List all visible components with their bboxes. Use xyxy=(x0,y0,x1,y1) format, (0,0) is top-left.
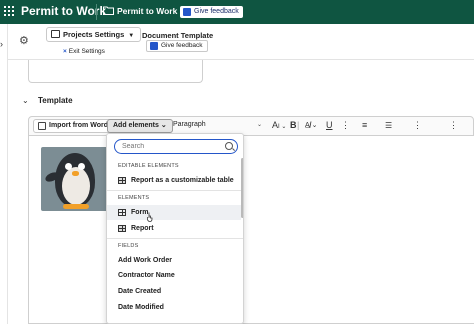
document-feedback-label: Give feedback xyxy=(161,42,203,49)
field-date-created[interactable]: Date Created xyxy=(107,284,241,299)
element-search-input[interactable] xyxy=(114,139,238,154)
page-title: Document Template xyxy=(142,31,214,40)
search-icon xyxy=(225,142,233,150)
overflow-menu-icon[interactable]: ⋮ xyxy=(413,120,422,131)
divider xyxy=(107,238,243,239)
table-icon xyxy=(118,177,126,184)
menu-item-label: Date Created xyxy=(118,288,162,295)
editor-toolbar: Import from Word Add elements ⌄ Paragrap… xyxy=(28,116,474,136)
exit-settings-label: Exit Settings xyxy=(68,48,105,55)
chevron-down-icon: ⌄ xyxy=(160,122,167,129)
section-fields: FIELDS xyxy=(118,243,139,249)
toolbar-divider: | xyxy=(297,120,300,130)
menu-item-label: Add Work Order xyxy=(118,257,172,264)
chevron-down-icon[interactable]: ⌄ xyxy=(257,121,262,128)
paragraph-style-select[interactable]: Paragraph xyxy=(173,121,206,128)
font-size-button[interactable]: AI ⌄ xyxy=(272,120,286,130)
collapse-chevron-icon[interactable]: ⌄ xyxy=(22,96,29,105)
import-from-word-button[interactable]: Import from Word xyxy=(33,119,114,133)
previous-panel xyxy=(28,60,203,83)
field-contractor-name[interactable]: Contractor Name xyxy=(107,268,241,283)
align-button[interactable]: ≡ xyxy=(362,120,367,130)
gear-icon[interactable]: ⚙ xyxy=(19,34,29,47)
menu-scrollbar[interactable] xyxy=(241,158,243,218)
close-icon: × xyxy=(63,48,67,55)
app-grid-icon[interactable] xyxy=(4,6,15,17)
projects-settings-label: Projects Settings xyxy=(63,30,125,39)
form-icon xyxy=(118,209,126,216)
italic-button[interactable]: I xyxy=(309,120,312,130)
give-feedback-button[interactable]: Give feedback xyxy=(180,6,243,18)
list-button[interactable]: ☰ xyxy=(385,121,392,130)
breadcrumb-project[interactable]: Permit to Work xyxy=(117,6,177,16)
app-header: Permit to Work Permit to Work Give feedb… xyxy=(0,0,474,24)
menu-item-label: Contractor Name xyxy=(118,272,175,279)
section-editable-elements: EDITABLE ELEMENTS xyxy=(118,163,179,169)
folder-icon xyxy=(103,6,114,15)
section-elements: ELEMENTS xyxy=(118,195,150,201)
projects-settings-button[interactable]: Projects Settings ▼ xyxy=(46,27,142,42)
divider xyxy=(107,190,243,191)
underline-button[interactable]: U xyxy=(326,120,333,130)
exit-settings-link[interactable]: × Exit Settings xyxy=(63,48,105,55)
import-icon xyxy=(38,122,46,130)
field-date-modified[interactable]: Date Modified xyxy=(107,300,241,315)
table-icon xyxy=(118,225,126,232)
menu-item-label: Report xyxy=(131,225,154,232)
add-elements-label: Add elements xyxy=(113,122,159,129)
left-rail: › xyxy=(0,24,8,324)
add-elements-menu: EDITABLE ELEMENTS Report as a customizab… xyxy=(106,133,244,324)
expand-rail-chevron-icon[interactable]: › xyxy=(0,39,3,49)
template-editor[interactable] xyxy=(28,136,474,324)
more-format-button[interactable]: ⋮ xyxy=(341,120,350,131)
feedback-icon xyxy=(183,8,191,16)
menu-item-label: Date Modified xyxy=(118,304,164,311)
import-label: Import from Word xyxy=(49,122,108,129)
template-section-title: Template xyxy=(38,96,73,105)
feedback-icon xyxy=(150,42,158,50)
pointer-cursor-icon xyxy=(147,212,153,222)
projects-icon xyxy=(51,30,60,38)
add-elements-button[interactable]: Add elements ⌄ xyxy=(107,119,173,133)
app-title: Permit to Work xyxy=(21,4,107,18)
menu-item-report[interactable]: Report xyxy=(107,221,241,236)
penguin-image xyxy=(41,147,109,211)
menu-item-label: Report as a customizable table xyxy=(131,177,234,184)
document-feedback-button[interactable]: Give feedback xyxy=(146,40,208,52)
chevron-down-icon: ▼ xyxy=(128,33,135,39)
settings-header: ⚙ Projects Settings ▼ × Exit Settings Docu… xyxy=(8,24,474,60)
field-add-work-order[interactable]: Add Work Order xyxy=(107,253,241,268)
bold-button[interactable]: B xyxy=(290,120,297,130)
more-options-icon[interactable]: ⋮ xyxy=(449,120,458,131)
menu-item-label: Form xyxy=(131,209,149,216)
divider xyxy=(96,4,97,20)
give-feedback-label: Give feedback xyxy=(194,8,239,15)
menu-item-form[interactable]: Form xyxy=(107,205,241,220)
menu-item-report-table[interactable]: Report as a customizable table xyxy=(107,173,241,188)
